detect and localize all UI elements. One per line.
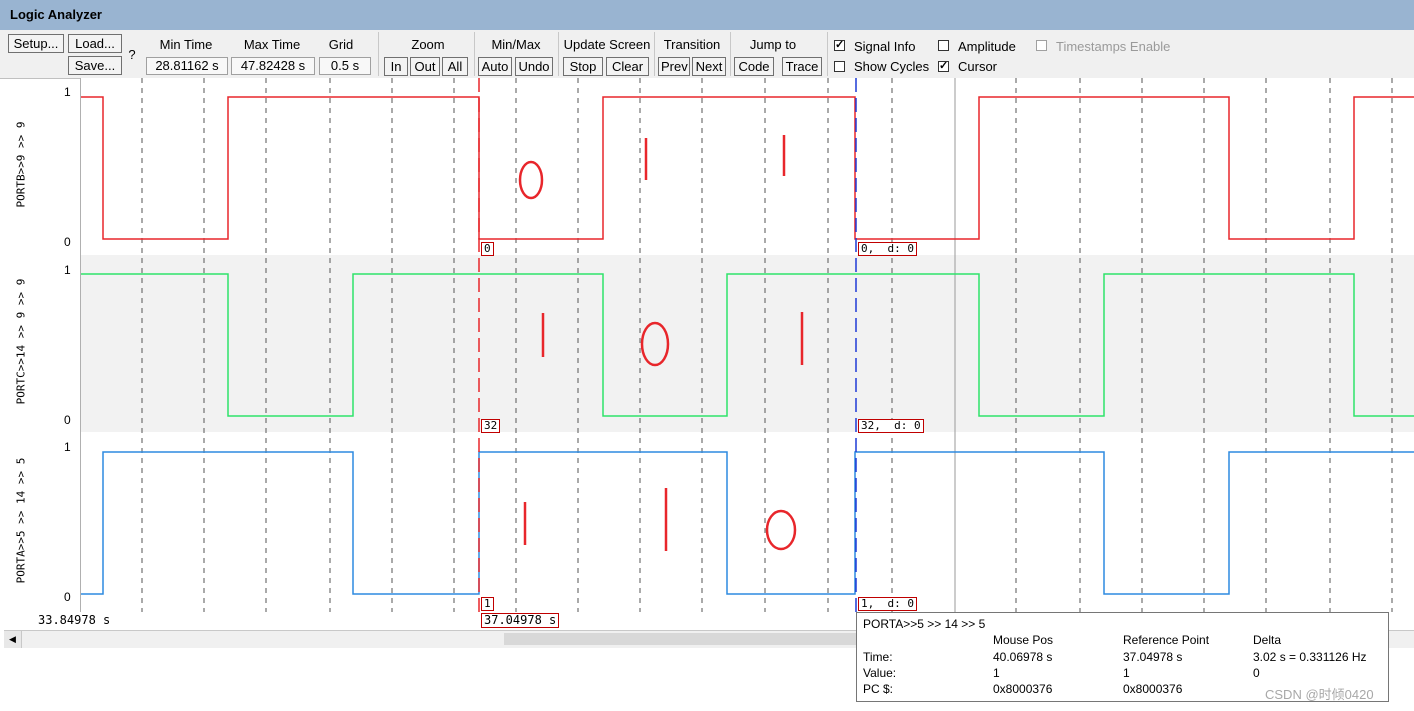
tooltip-time-ref: 37.04978 s xyxy=(1123,650,1183,664)
show-cycles-label: Show Cycles xyxy=(854,59,930,74)
left-time-label: 33.84978 s xyxy=(38,613,111,627)
max-time-value: 47.82428 s xyxy=(231,57,315,75)
signal-name-column xyxy=(0,78,81,612)
zoom-out-button[interactable]: Out xyxy=(410,57,440,76)
tooltip-pc-ref: 0x8000376 xyxy=(1123,682,1183,696)
jump-trace-button[interactable]: Trace xyxy=(782,57,822,76)
min-time-label: Min Time xyxy=(159,37,213,52)
min-time-value: 28.81162 s xyxy=(146,57,228,75)
tooltip-value-delta: 0 xyxy=(1253,666,1260,680)
grid-value: 0.5 s xyxy=(319,57,371,75)
save-button[interactable]: Save... xyxy=(68,56,122,75)
window-title: Logic Analyzer xyxy=(0,0,1414,30)
tooltip-time-delta: 3.02 s = 0.331126 Hz xyxy=(1253,650,1367,664)
reference-time-label: 37.04978 s xyxy=(481,613,560,628)
signal-row-background xyxy=(80,78,1414,255)
signal-row-background xyxy=(80,255,1414,432)
toolbar-separator xyxy=(730,32,731,76)
signal-info-label: Signal Info xyxy=(854,39,916,54)
ref-cursor-value: 32 xyxy=(481,419,501,433)
tooltip-row-pc: PC $: xyxy=(863,682,894,696)
tooltip-value-mouse: 1 xyxy=(993,666,1000,680)
tooltip-col-ref: Reference Point xyxy=(1123,633,1210,647)
signal-high-level: 1 xyxy=(64,85,71,99)
tooltip-row-value: Value: xyxy=(863,666,897,680)
update-screen-label: Update Screen xyxy=(563,37,651,52)
amplitude-checkbox[interactable] xyxy=(938,40,949,51)
auto-button[interactable]: Auto xyxy=(478,57,512,76)
grid-label: Grid xyxy=(328,37,354,52)
timestamps-checkbox xyxy=(1036,40,1047,51)
signal-name[interactable]: PORTA>>5 >> 14 >> 5 xyxy=(15,456,28,586)
triangle-left-icon[interactable]: ◀ xyxy=(4,631,22,648)
toolbar-separator xyxy=(474,32,475,76)
signal-low-level: 0 xyxy=(64,413,71,427)
next-transition-button[interactable]: Next xyxy=(692,57,726,76)
toolbar-separator xyxy=(558,32,559,76)
zoom-in-button[interactable]: In xyxy=(384,57,408,76)
tooltip-row-time: Time: xyxy=(863,650,893,664)
max-time-label: Max Time xyxy=(243,37,301,52)
setup-button[interactable]: Setup... xyxy=(8,34,64,53)
toolbar-separator xyxy=(378,32,379,76)
zoom-label: Zoom xyxy=(411,37,445,52)
tooltip-time-mouse: 40.06978 s xyxy=(993,650,1053,664)
watermark: CSDN @时倾0420 xyxy=(1265,687,1374,702)
stop-button[interactable]: Stop xyxy=(563,57,603,76)
signal-low-level: 0 xyxy=(64,235,71,249)
minmax-label: Min/Max xyxy=(491,37,541,52)
signal-high-level: 1 xyxy=(64,263,71,277)
help-button[interactable]: ? xyxy=(124,46,140,65)
waveform-plot[interactable] xyxy=(0,78,1414,612)
tooltip-col-delta: Delta xyxy=(1253,633,1282,647)
signal-high-level: 1 xyxy=(64,440,71,454)
timestamps-label: Timestamps Enable xyxy=(1056,39,1171,54)
signal-info-checkbox[interactable]: ✓ xyxy=(834,40,845,51)
toolbar-separator xyxy=(654,32,655,76)
undo-button[interactable]: Undo xyxy=(515,57,553,76)
ref-cursor-value: 0 xyxy=(481,242,494,256)
ref-cursor-value: 1 xyxy=(481,597,494,611)
transition-label: Transition xyxy=(663,37,721,52)
signal-low-level: 0 xyxy=(64,590,71,604)
mouse-cursor-value: 1, d: 0 xyxy=(858,597,917,611)
toolbar-separator xyxy=(827,32,828,76)
tooltip-pc-mouse: 0x8000376 xyxy=(993,682,1053,696)
tooltip-value-ref: 1 xyxy=(1123,666,1130,680)
tooltip-col-mouse: Mouse Pos xyxy=(993,633,1054,647)
cursor-checkbox[interactable]: ✓ xyxy=(938,61,949,72)
jump-code-button[interactable]: Code xyxy=(734,57,774,76)
cursor-label: Cursor xyxy=(958,59,998,74)
toolbar: Setup... Load... Save... ? Min Time 28.8… xyxy=(0,30,1414,79)
signal-row-background xyxy=(80,432,1414,612)
jump-to-label: Jump to xyxy=(749,37,797,52)
mouse-cursor-value: 0, d: 0 xyxy=(858,242,917,256)
zoom-all-button[interactable]: All xyxy=(442,57,468,76)
signal-name[interactable]: PORTC>>14 >> 9 >> 9 xyxy=(15,277,28,407)
clear-button[interactable]: Clear xyxy=(606,57,649,76)
show-cycles-checkbox[interactable] xyxy=(834,61,845,72)
tooltip-signal-name: PORTA>>5 >> 14 >> 5 xyxy=(863,617,986,631)
prev-transition-button[interactable]: Prev xyxy=(658,57,690,76)
mouse-cursor-value: 32, d: 0 xyxy=(858,419,924,433)
load-button[interactable]: Load... xyxy=(68,34,122,53)
amplitude-label: Amplitude xyxy=(958,39,1016,54)
signal-name[interactable]: PORTB>>9 >> 9 xyxy=(15,120,28,210)
